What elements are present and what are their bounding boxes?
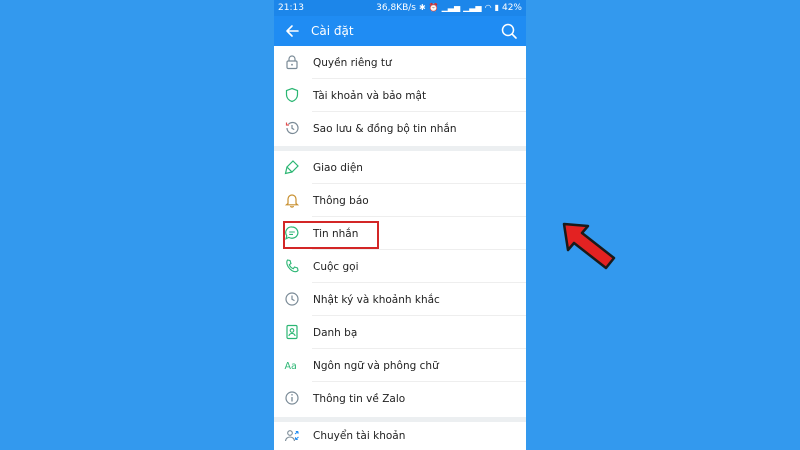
settings-item-notifications[interactable]: Thông báo — [274, 184, 526, 217]
app-bar: Cài đặt — [274, 16, 526, 46]
settings-item-label: Nhật ký và khoảnh khắc — [313, 293, 440, 306]
alarm-icon: ⏰ — [428, 3, 439, 12]
pointer-arrow-icon — [562, 222, 616, 270]
settings-group-general: Giao diện Thông báo Tin nhắn Cuộc gọi Nh… — [274, 151, 526, 417]
brush-icon — [284, 160, 299, 175]
status-right: 36,8KB/s ✱ ⏰ ▁▃▅ ▁▃▅ ◠ ▮ 42% — [376, 0, 522, 16]
network-speed: 36,8KB/s — [376, 3, 416, 13]
settings-item-messages[interactable]: Tin nhắn — [274, 217, 526, 250]
settings-item-backup-sync[interactable]: Sao lưu & đồng bộ tin nhắn — [274, 112, 526, 145]
svg-text:Aa: Aa — [285, 361, 297, 372]
back-arrow-icon[interactable] — [283, 22, 301, 40]
chat-icon — [285, 226, 299, 240]
history-icon — [285, 121, 299, 135]
settings-item-label: Quyền riêng tư — [313, 56, 392, 69]
info-icon — [285, 391, 299, 405]
settings-group-privacy: Quyền riêng tư Tài khoản và bảo mật Sao … — [274, 46, 526, 146]
settings-item-label: Sao lưu & đồng bộ tin nhắn — [313, 122, 457, 135]
wifi-icon: ◠ — [484, 3, 492, 12]
settings-item-label: Giao diện — [313, 161, 363, 174]
clock-icon — [285, 292, 299, 306]
phone-icon — [286, 259, 299, 273]
settings-item-label: Cuộc gọi — [313, 260, 359, 273]
page-title: Cài đặt — [311, 24, 354, 38]
settings-item-privacy[interactable]: Quyền riêng tư — [274, 46, 526, 79]
settings-item-account-security[interactable]: Tài khoản và bảo mật — [274, 79, 526, 112]
signal-icon-2: ▁▃▅ — [463, 3, 482, 12]
bell-icon — [284, 194, 300, 208]
shield-icon — [285, 87, 299, 103]
settings-item-label: Tin nhắn — [313, 227, 359, 240]
settings-item-theme[interactable]: Giao diện — [274, 151, 526, 184]
status-time: 21:13 — [278, 3, 304, 13]
settings-item-switch-account[interactable]: Chuyển tài khoản — [274, 422, 526, 450]
settings-item-calls[interactable]: Cuộc gọi — [274, 250, 526, 283]
lock-icon — [286, 55, 298, 70]
contacts-icon — [286, 324, 298, 340]
settings-item-label: Tài khoản và bảo mật — [313, 89, 427, 102]
settings-item-label: Thông tin về Zalo — [313, 392, 406, 405]
settings-item-label: Thông báo — [313, 194, 369, 207]
bluetooth-icon: ✱ — [418, 3, 426, 12]
language-icon: Aa — [285, 361, 297, 372]
settings-item-timeline[interactable]: Nhật ký và khoảnh khắc — [274, 283, 526, 316]
settings-item-language-font[interactable]: Aa Ngôn ngữ và phông chữ — [274, 349, 526, 382]
signal-icon: ▁▃▅ — [441, 3, 461, 12]
settings-group-account: Chuyển tài khoản — [274, 422, 526, 450]
search-icon[interactable] — [500, 22, 518, 40]
settings-item-label: Chuyển tài khoản — [313, 430, 406, 442]
settings-item-label: Danh bạ — [313, 326, 358, 339]
status-bar: 21:13 36,8KB/s ✱ ⏰ ▁▃▅ ▁▃▅ ◠ ▮ 42% — [274, 0, 526, 16]
battery-icon: ▮ — [494, 3, 499, 12]
settings-item-about-zalo[interactable]: Thông tin về Zalo — [274, 382, 526, 415]
phone-screen: 21:13 36,8KB/s ✱ ⏰ ▁▃▅ ▁▃▅ ◠ ▮ 42% Cài đ… — [274, 0, 526, 450]
switch-account-icon — [284, 430, 299, 442]
settings-item-contacts[interactable]: Danh bạ — [274, 316, 526, 349]
battery-level: 42% — [501, 3, 522, 13]
settings-item-label: Ngôn ngữ và phông chữ — [313, 359, 439, 372]
